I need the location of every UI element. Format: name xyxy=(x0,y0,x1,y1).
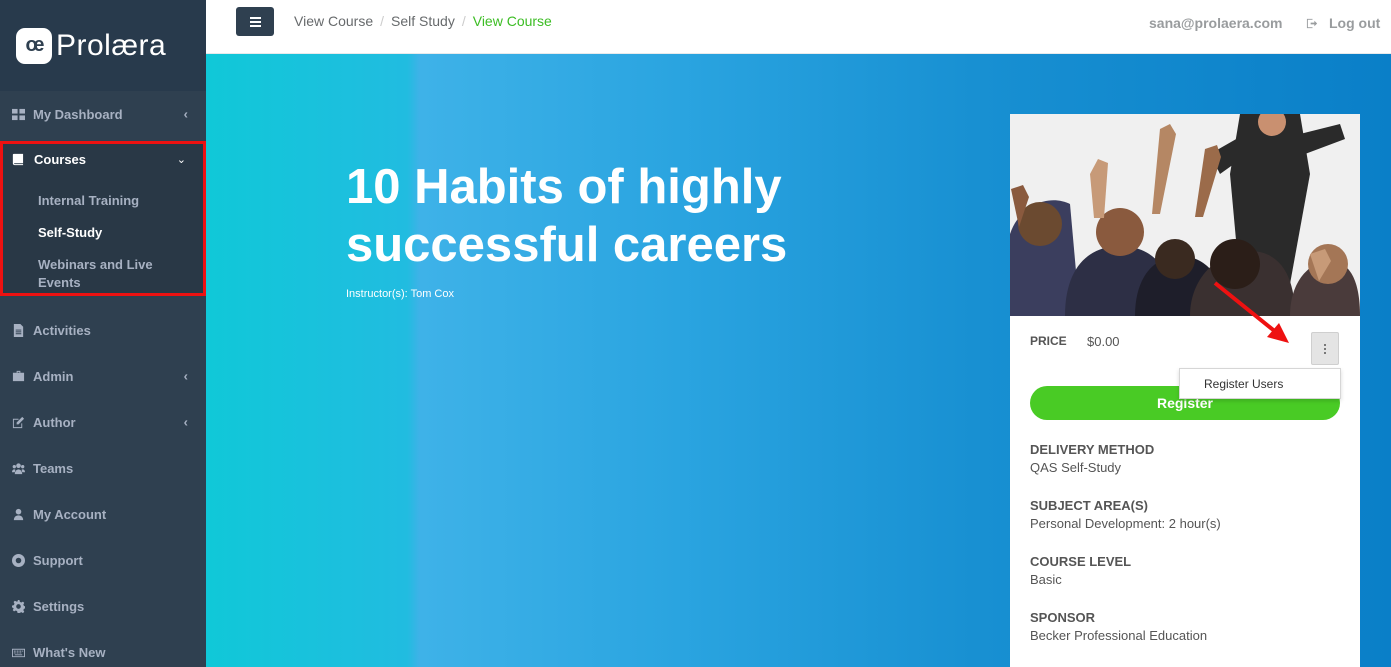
chevron-left-icon: ‹ xyxy=(183,414,188,430)
chevron-left-icon: ‹ xyxy=(183,106,188,122)
sidebar-item-label: Courses xyxy=(34,152,87,167)
logout-label: Log out xyxy=(1329,15,1381,31)
logo-text: Prolæra xyxy=(56,28,167,62)
sidebar-item-activities[interactable]: Activities xyxy=(0,307,206,353)
annotation-arrow xyxy=(1213,281,1289,343)
course-title-line: 10 Habits of highly xyxy=(346,160,782,214)
chevron-down-icon: ⌄ xyxy=(176,154,186,166)
keyboard-icon xyxy=(11,645,25,659)
sidebar-item-admin[interactable]: Admin ‹ xyxy=(0,353,206,399)
sidebar-item-label: My Account xyxy=(33,506,107,522)
breadcrumb-item-active: View Course xyxy=(472,13,552,29)
course-level-label: COURSE LEVEL xyxy=(1030,554,1132,569)
sidebar-item-label: Activities xyxy=(33,322,91,338)
more-options-button[interactable] xyxy=(1311,332,1339,365)
courses-menu-group: Courses ⌄ Internal Training Self-Study W… xyxy=(0,141,206,296)
sidebar-item-support[interactable]: Support xyxy=(0,537,206,583)
price-label: PRICE xyxy=(1030,334,1067,348)
sidebar-item-label: My Dashboard xyxy=(33,106,123,122)
logo-mark: œ xyxy=(16,27,52,64)
sidebar-subitem-label-2: Events xyxy=(38,275,81,290)
course-card: PRICE $0.00 Register Register Users DELI… xyxy=(1010,114,1360,667)
sidebar-item-label: Settings xyxy=(33,598,85,614)
breadcrumb-item[interactable]: Self Study xyxy=(391,13,455,29)
sidebar-subitem-label: Webinars and Live xyxy=(38,257,153,272)
sidebar-item-whats-new[interactable]: What's New xyxy=(0,629,206,667)
kebab-dot xyxy=(1324,343,1326,346)
subject-area-value: Personal Development: 2 hour(s) xyxy=(1030,516,1221,531)
gear-icon xyxy=(11,599,25,613)
course-title: 10 Habits of highly successful careers xyxy=(346,158,846,274)
user-email: sana@prolaera.com xyxy=(1149,15,1283,31)
delivery-method-label: DELIVERY METHOD xyxy=(1030,442,1155,457)
sidebar-subitem-internal-training[interactable]: Internal Training xyxy=(38,192,139,210)
breadcrumb-item[interactable]: View Course xyxy=(294,13,373,29)
sidebar-subitem-webinars[interactable]: Webinars and Live Events xyxy=(38,256,153,292)
sidebar-item-label: What's New xyxy=(33,644,106,660)
sidebar-item-author[interactable]: Author ‹ xyxy=(0,399,206,445)
sidebar-item-label: Teams xyxy=(33,460,74,476)
sponsor-label: SPONSOR xyxy=(1030,610,1096,625)
menu-toggle-button[interactable] xyxy=(236,7,274,36)
sign-out-icon xyxy=(1306,18,1318,28)
user-icon xyxy=(11,507,25,521)
breadcrumb-separator: / xyxy=(461,13,466,29)
course-title-line: successful careers xyxy=(346,218,788,272)
sidebar-item-label: Support xyxy=(33,552,83,568)
book-icon xyxy=(12,153,24,166)
options-dropdown: Register Users xyxy=(1179,368,1341,399)
edit-icon xyxy=(11,415,25,429)
sidebar-subitem-self-study[interactable]: Self-Study xyxy=(38,224,102,242)
logo[interactable]: œ Prolæra xyxy=(0,0,206,91)
sidebar-item-my-dashboard[interactable]: My Dashboard ‹ xyxy=(0,91,206,137)
users-icon xyxy=(11,461,25,475)
chevron-left-icon: ‹ xyxy=(183,368,188,384)
sponsor-value: Becker Professional Education xyxy=(1030,628,1208,643)
sidebar-item-label: Author xyxy=(33,414,76,430)
briefcase-icon xyxy=(11,369,25,383)
sidebar-item-my-account[interactable]: My Account xyxy=(0,491,206,537)
file-icon xyxy=(11,323,25,337)
delivery-method-value: QAS Self-Study xyxy=(1030,460,1122,475)
life-ring-icon xyxy=(11,553,25,567)
sidebar-item-teams[interactable]: Teams xyxy=(0,445,206,491)
kebab-dot xyxy=(1324,351,1326,354)
price-value: $0.00 xyxy=(1087,334,1120,349)
top-navbar: View Course / Self Study / View Course s… xyxy=(206,0,1391,54)
sidebar-item-settings[interactable]: Settings xyxy=(0,583,206,629)
kebab-dot xyxy=(1324,347,1326,350)
course-level-value: Basic xyxy=(1030,572,1062,587)
sidebar-item-label: Admin xyxy=(33,368,74,384)
register-users-menu-item[interactable]: Register Users xyxy=(1204,377,1283,391)
breadcrumb: View Course / Self Study / View Course xyxy=(294,13,552,29)
course-image xyxy=(1010,114,1360,316)
dashboard-icon xyxy=(11,107,25,121)
sidebar-item-courses[interactable]: Courses xyxy=(11,152,86,167)
logout-link[interactable]: Log out xyxy=(1306,15,1380,31)
breadcrumb-separator: / xyxy=(380,13,385,29)
course-instructor: Instructor(s): Tom Cox xyxy=(346,288,454,300)
subject-area-label: SUBJECT AREA(S) xyxy=(1030,498,1148,513)
sidebar: œ Prolæra My Dashboard ‹ Courses ⌄ Inter… xyxy=(0,0,206,667)
